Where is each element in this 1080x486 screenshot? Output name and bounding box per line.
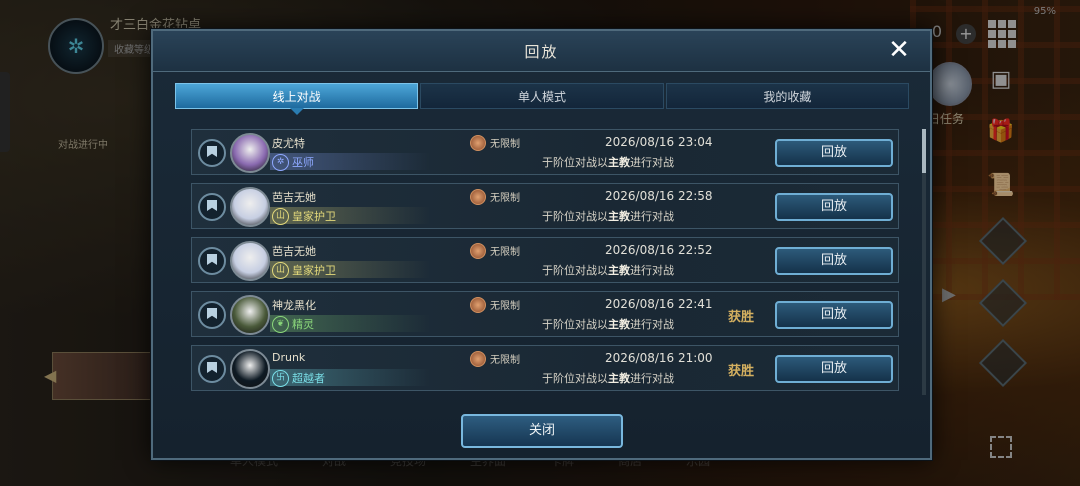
match-datetime: 2026/08/16 23:04 (605, 135, 713, 149)
replay-button[interactable]: 回放 (775, 301, 893, 329)
class-icon: ❦ (272, 316, 289, 333)
mode-label: 无限制 (490, 301, 520, 312)
result-badge: 获胜 (728, 310, 755, 325)
mode-label: 无限制 (490, 247, 520, 258)
class-icon: 卐 (272, 370, 289, 387)
replay-record-row: 皮尤特 ✲ 巫师 无限制 2026/08/16 23:04 于阶位对战以主教进行对战 回放 (191, 129, 899, 175)
match-description: 于阶位对战以主教进行对战 (542, 318, 674, 331)
deck-class-highlight: 主教 (608, 264, 630, 277)
replay-record-row: Drunk 卐超越者 无限制 2026/08/16 21:00 于阶位对战以主教进行对战… (191, 345, 899, 391)
hero-name: 皮尤特 (272, 137, 305, 150)
hero-avatar (230, 133, 270, 173)
hero-name: Drunk (272, 351, 306, 364)
replay-button[interactable]: 回放 (775, 247, 893, 275)
bookmark-icon[interactable] (198, 139, 226, 167)
match-description: 于阶位对战以主教进行对战 (542, 264, 674, 277)
hero-avatar (230, 295, 270, 335)
close-button[interactable]: 关闭 (461, 414, 623, 448)
class-icon: 山 (272, 208, 289, 225)
class-tag: 山皇家护卫 (270, 207, 430, 225)
class-name: 皇家护卫 (292, 264, 336, 277)
tab-my-collection[interactable]: 我的收藏 (665, 83, 909, 109)
tab-online-battle[interactable]: 线上对战 (175, 83, 419, 115)
dialog-title: 回放 (524, 43, 559, 61)
result-badge: 获胜 (728, 364, 755, 379)
match-description: 于阶位对战以主教进行对战 (542, 372, 674, 385)
mode-label: 无限制 (490, 355, 520, 366)
match-description: 于阶位对战以主教进行对战 (542, 156, 674, 169)
class-name: 皇家护卫 (292, 210, 336, 223)
deck-class-highlight: 主教 (608, 156, 630, 169)
infinity-icon (470, 351, 486, 367)
class-name: 超越者 (292, 372, 325, 385)
replay-button[interactable]: 回放 (775, 193, 893, 221)
hero-avatar (230, 349, 270, 389)
deck-class-highlight: 主教 (608, 318, 630, 331)
class-tag: 卐超越者 (270, 369, 430, 387)
class-name: 巫师 (292, 156, 314, 169)
mode-label: 无限制 (490, 193, 520, 204)
infinity-icon (470, 297, 486, 313)
hero-name: 神龙黑化 (272, 299, 316, 312)
dialog-header: 回放 ✕ (153, 31, 930, 72)
class-tag: ❦ 精灵 (270, 315, 430, 333)
hero-avatar (230, 241, 270, 281)
mode-label: 无限制 (490, 139, 520, 150)
class-icon: 山 (272, 262, 289, 279)
infinity-icon (470, 135, 486, 151)
match-description: 于阶位对战以主教进行对战 (542, 210, 674, 223)
match-datetime: 2026/08/16 21:00 (605, 351, 713, 365)
bookmark-icon[interactable] (198, 193, 226, 221)
tab-single-player[interactable]: 单人模式 (420, 83, 664, 109)
match-datetime: 2026/08/16 22:58 (605, 189, 713, 203)
bookmark-icon[interactable] (198, 247, 226, 275)
replay-tabs: 线上对战 单人模式 我的收藏 (175, 83, 909, 115)
class-tag: ✲ 巫师 (270, 153, 430, 171)
close-icon[interactable]: ✕ (884, 35, 914, 65)
bookmark-icon[interactable] (198, 355, 226, 383)
replay-record-row: 芭吉无她山皇家护卫 无限制 2026/08/16 22:52 于阶位对战以主教进行对战… (191, 237, 899, 283)
deck-class-highlight: 主教 (608, 210, 630, 223)
match-datetime: 2026/08/16 22:52 (605, 243, 713, 257)
hero-name: 芭吉无她 (272, 245, 316, 258)
deck-class-highlight: 主教 (608, 372, 630, 385)
hero-name: 芭吉无她 (272, 191, 316, 204)
replay-list: 皮尤特 ✲ 巫师 无限制 2026/08/16 23:04 于阶位对战以主教进行对战 回放芭… (191, 129, 899, 395)
infinity-icon (470, 189, 486, 205)
replay-record-row: 神龙黑化 ❦ 精灵 无限制 2026/08/16 22:41 于阶位对战以主教进行对战 获胜… (191, 291, 899, 337)
class-tag: 山皇家护卫 (270, 261, 430, 279)
replay-button[interactable]: 回放 (775, 355, 893, 383)
match-datetime: 2026/08/16 22:41 (605, 297, 713, 311)
class-icon: ✲ (272, 154, 289, 171)
replay-record-row: 芭吉无她山皇家护卫 无限制 2026/08/16 22:58 于阶位对战以主教进行对战… (191, 183, 899, 229)
bookmark-icon[interactable] (198, 301, 226, 329)
hero-avatar (230, 187, 270, 227)
replay-button[interactable]: 回放 (775, 139, 893, 167)
scrollbar-thumb[interactable] (922, 129, 926, 173)
replay-dialog: 回放 ✕ 线上对战 单人模式 我的收藏 皮尤特 ✲ 巫师 无限制 2026/08/16 … (151, 29, 932, 460)
class-name: 精灵 (292, 318, 314, 331)
infinity-icon (470, 243, 486, 259)
